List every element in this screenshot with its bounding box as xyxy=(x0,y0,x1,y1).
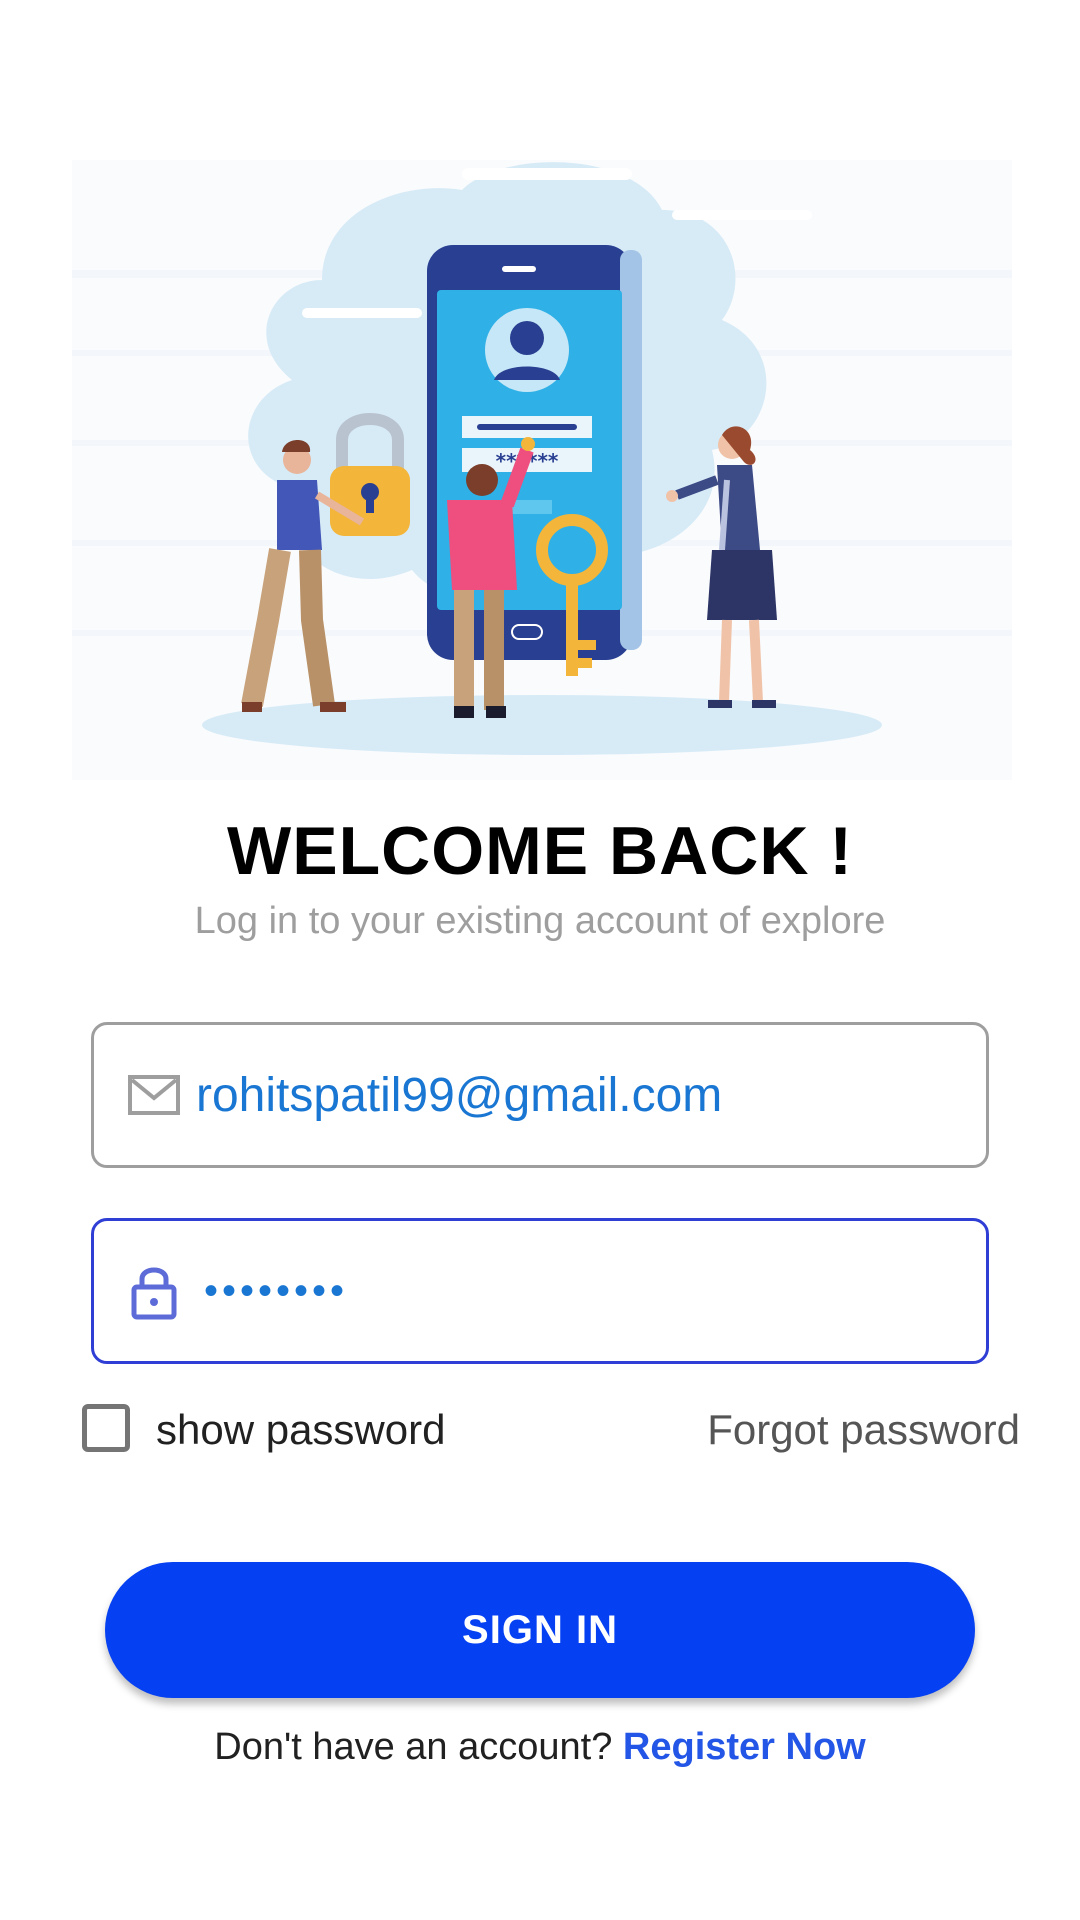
forgot-password-link[interactable]: Forgot password xyxy=(707,1406,1020,1454)
password-options: show password Forgot password xyxy=(80,1400,1020,1460)
register-prompt: Don't have an account? Register Now xyxy=(0,1726,1080,1769)
page-title: WELCOME BACK ! xyxy=(227,813,853,889)
email-value: rohitspatil99@gmail.com xyxy=(196,1068,723,1122)
show-password-checkbox[interactable] xyxy=(82,1404,130,1452)
password-value: •••••••• xyxy=(204,1268,349,1313)
sign-in-button[interactable]: SIGN IN xyxy=(105,1562,975,1698)
email-field[interactable]: rohitspatil99@gmail.com xyxy=(91,1022,989,1168)
show-password-label[interactable]: show password xyxy=(156,1406,445,1454)
register-now-link[interactable]: Register Now xyxy=(623,1726,866,1768)
register-prompt-text: Don't have an account? xyxy=(214,1726,613,1768)
mail-icon xyxy=(124,1065,184,1125)
lock-icon xyxy=(124,1261,184,1321)
login-illustration: ****** xyxy=(72,150,1012,810)
page-subtitle: Log in to your existing account of explo… xyxy=(194,900,886,942)
password-field[interactable]: •••••••• xyxy=(91,1218,989,1364)
